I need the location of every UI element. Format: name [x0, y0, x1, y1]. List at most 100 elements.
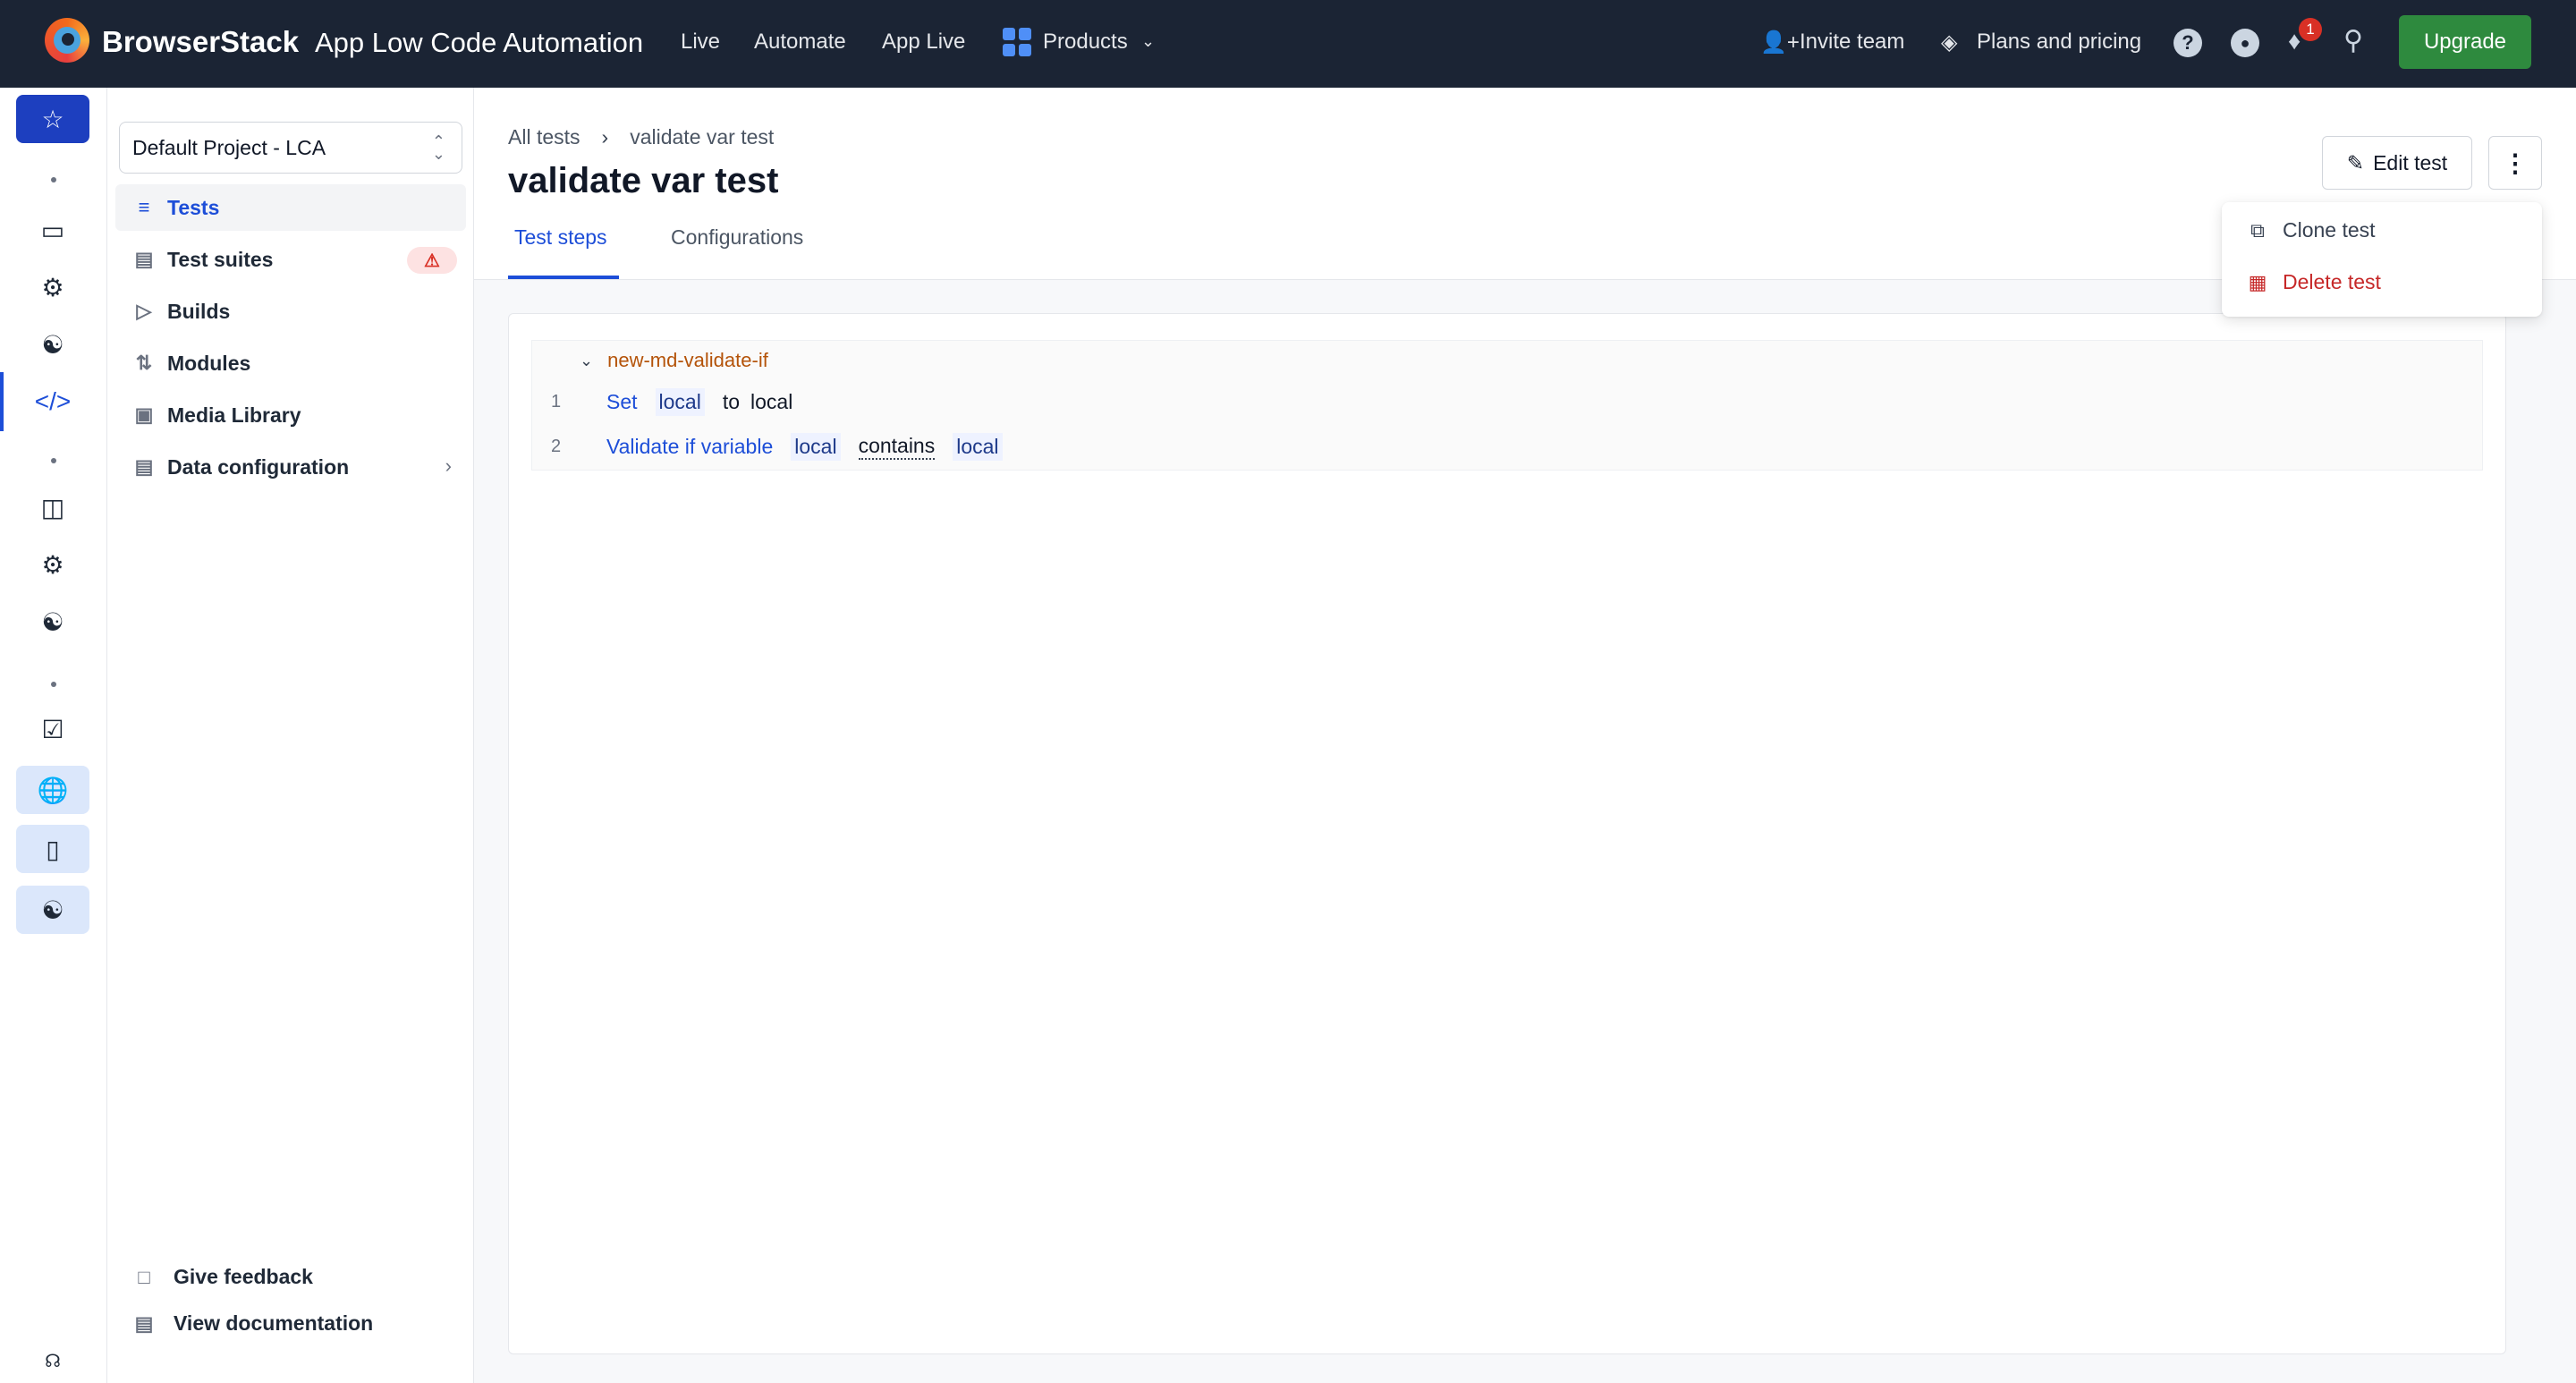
laptop-settings-icon[interactable]: ⚙ — [16, 263, 89, 311]
step-value: local — [750, 390, 793, 413]
document-icon: ▤ — [134, 1311, 154, 1335]
test-step-1[interactable]: Set local to local — [606, 388, 792, 416]
add-user-icon[interactable]: 👤+ — [1760, 30, 1800, 55]
account-icon[interactable]: ● — [2231, 29, 2259, 57]
invite-team-link[interactable]: Invite team — [1800, 30, 1904, 55]
sidebar-item-label: Modules — [167, 351, 251, 375]
sidebar-item-media-library[interactable]: ▣ Media Library — [115, 392, 466, 438]
step-action: Set — [606, 390, 638, 413]
step-operator[interactable]: contains — [858, 434, 936, 460]
step-group-header[interactable]: ⌄ new-md-validate-if — [580, 349, 768, 372]
help-icon[interactable]: ? — [2174, 29, 2202, 57]
globe-icon[interactable]: 🌐 — [16, 766, 89, 814]
feedback-icon: □ — [138, 1265, 150, 1288]
sidebar-item-label: Builds — [167, 299, 231, 323]
products-grid-icon[interactable] — [1003, 28, 1031, 56]
breadcrumb-all-tests[interactable]: All tests — [508, 125, 580, 149]
more-options-button[interactable]: ⋮ — [2488, 136, 2542, 190]
step-group-name: new-md-validate-if — [607, 349, 768, 371]
sidebar-item-label: Test suites — [167, 247, 274, 271]
top-navbar: BrowserStack App Low Code Automation Liv… — [0, 0, 2576, 88]
rail-separator-dot — [51, 177, 56, 182]
more-options-menu: ⧉ Clone test ▦ Delete test — [2222, 202, 2542, 317]
step-number: 1 — [551, 392, 562, 412]
browserstack-logo-icon[interactable] — [45, 18, 89, 63]
step-connector: to — [722, 390, 741, 413]
nav-automate[interactable]: Automate — [754, 30, 846, 55]
secondary-sidebar: Default Project - LCA ⌃ ⌄ ≡ Tests ▤ Test … — [108, 88, 474, 1383]
accessibility-icon[interactable]: ☯ — [16, 320, 89, 369]
brand-name[interactable]: BrowserStack — [102, 25, 299, 59]
laptop-icon[interactable]: ▭ — [16, 206, 89, 254]
headset-icon[interactable]: ☊ — [16, 1336, 89, 1383]
chevron-right-icon: › — [601, 125, 609, 148]
pencil-icon: ✎ — [2346, 150, 2365, 174]
step-variable[interactable]: local — [655, 388, 705, 416]
star-icon[interactable]: ☆ — [16, 95, 89, 143]
modules-icon: ⇅ — [135, 352, 153, 374]
clone-test-menu-item[interactable]: ⧉ Clone test — [2247, 218, 2376, 242]
plans-pricing-link[interactable]: Plans and pricing — [1977, 30, 2141, 55]
sidebar-item-tests[interactable]: ≡ Tests — [115, 184, 466, 231]
app-accessibility-icon[interactable]: ☯ — [16, 598, 89, 646]
play-icon: ▷ — [136, 300, 152, 322]
warning-icon: ⚠ — [407, 247, 457, 274]
step-variable[interactable]: local — [791, 433, 841, 461]
sidebar-item-data-configuration[interactable]: ▤ Data configuration › — [115, 444, 466, 490]
nav-app-live[interactable]: App Live — [882, 30, 965, 55]
chevron-down-icon[interactable]: ⌄ — [1141, 32, 1155, 51]
upgrade-button[interactable]: Upgrade — [2399, 15, 2531, 69]
edit-test-label: Edit test — [2373, 150, 2448, 174]
select-arrows-icon: ⌃ ⌄ — [431, 132, 445, 163]
sidebar-item-label: Data configuration — [167, 454, 350, 479]
project-select-value: Default Project - LCA — [132, 135, 326, 159]
give-feedback-label: Give feedback — [174, 1265, 313, 1288]
list-icon: ≡ — [138, 196, 150, 218]
breadcrumb-current: validate var test — [630, 125, 775, 148]
chevron-down-icon[interactable]: ⌄ — [580, 352, 593, 370]
app-settings-icon[interactable]: ⚙ — [16, 540, 89, 589]
delete-test-label: Delete test — [2283, 270, 2381, 293]
rail-separator-dot — [51, 682, 56, 687]
image-icon: ▣ — [134, 403, 154, 426]
rail-active-marker — [0, 372, 4, 431]
sidebar-item-label: Media Library — [167, 403, 301, 427]
sidebar-item-modules[interactable]: ⇅ Modules — [115, 340, 466, 386]
suite-icon: ▤ — [134, 248, 154, 270]
notification-badge: 1 — [2299, 18, 2322, 41]
product-rail: ☆ ▭ ⚙ ☯ </> ◫ ⚙ ☯ ☑ 🌐 ▯ ☯ ☊ — [0, 88, 107, 1383]
nav-live[interactable]: Live — [681, 30, 720, 55]
data-icon: ▤ — [134, 455, 154, 478]
step-number: 2 — [551, 437, 562, 456]
tab-configurations[interactable]: Configurations — [671, 225, 803, 250]
sidebar-item-test-suites[interactable]: ▤ Test suites ⚠ — [115, 236, 466, 283]
tag-icon[interactable]: ◈ — [1941, 30, 1957, 55]
trash-icon: ▦ — [2248, 270, 2267, 293]
project-select[interactable]: Default Project - LCA ⌃ ⌄ — [119, 122, 462, 174]
mobile-icon[interactable]: ▯ — [16, 825, 89, 873]
give-feedback-link[interactable]: □ Give feedback — [131, 1265, 313, 1289]
view-documentation-link[interactable]: ▤ View documentation — [131, 1311, 374, 1336]
chevron-right-icon: › — [445, 454, 452, 477]
step-value[interactable]: local — [953, 433, 1003, 461]
person-icon[interactable]: ☯ — [16, 886, 89, 934]
product-name: App Low Code Automation — [315, 27, 644, 58]
sidebar-item-label: Tests — [167, 195, 220, 219]
nav-products[interactable]: Products — [1043, 30, 1128, 55]
page-title: validate var test — [508, 161, 779, 200]
step-action: Validate if variable — [606, 435, 774, 458]
test-step-2[interactable]: Validate if variable local contains loca… — [606, 433, 1003, 461]
tab-test-steps[interactable]: Test steps — [514, 225, 607, 250]
app-icon[interactable]: ◫ — [16, 483, 89, 531]
delete-test-menu-item[interactable]: ▦ Delete test — [2247, 270, 2381, 294]
rail-separator-dot — [51, 458, 56, 463]
sidebar-item-builds[interactable]: ▷ Builds — [115, 288, 466, 335]
clone-test-label: Clone test — [2283, 218, 2376, 242]
low-code-icon[interactable]: </> — [16, 378, 89, 426]
search-icon[interactable]: ⚲ — [2343, 25, 2363, 56]
checklist-icon[interactable]: ☑ — [16, 705, 89, 753]
view-documentation-label: View documentation — [174, 1311, 374, 1335]
copy-icon: ⧉ — [2250, 218, 2265, 242]
edit-test-button[interactable]: ✎ Edit test — [2322, 136, 2472, 190]
breadcrumb: All tests › validate var test — [508, 125, 774, 149]
